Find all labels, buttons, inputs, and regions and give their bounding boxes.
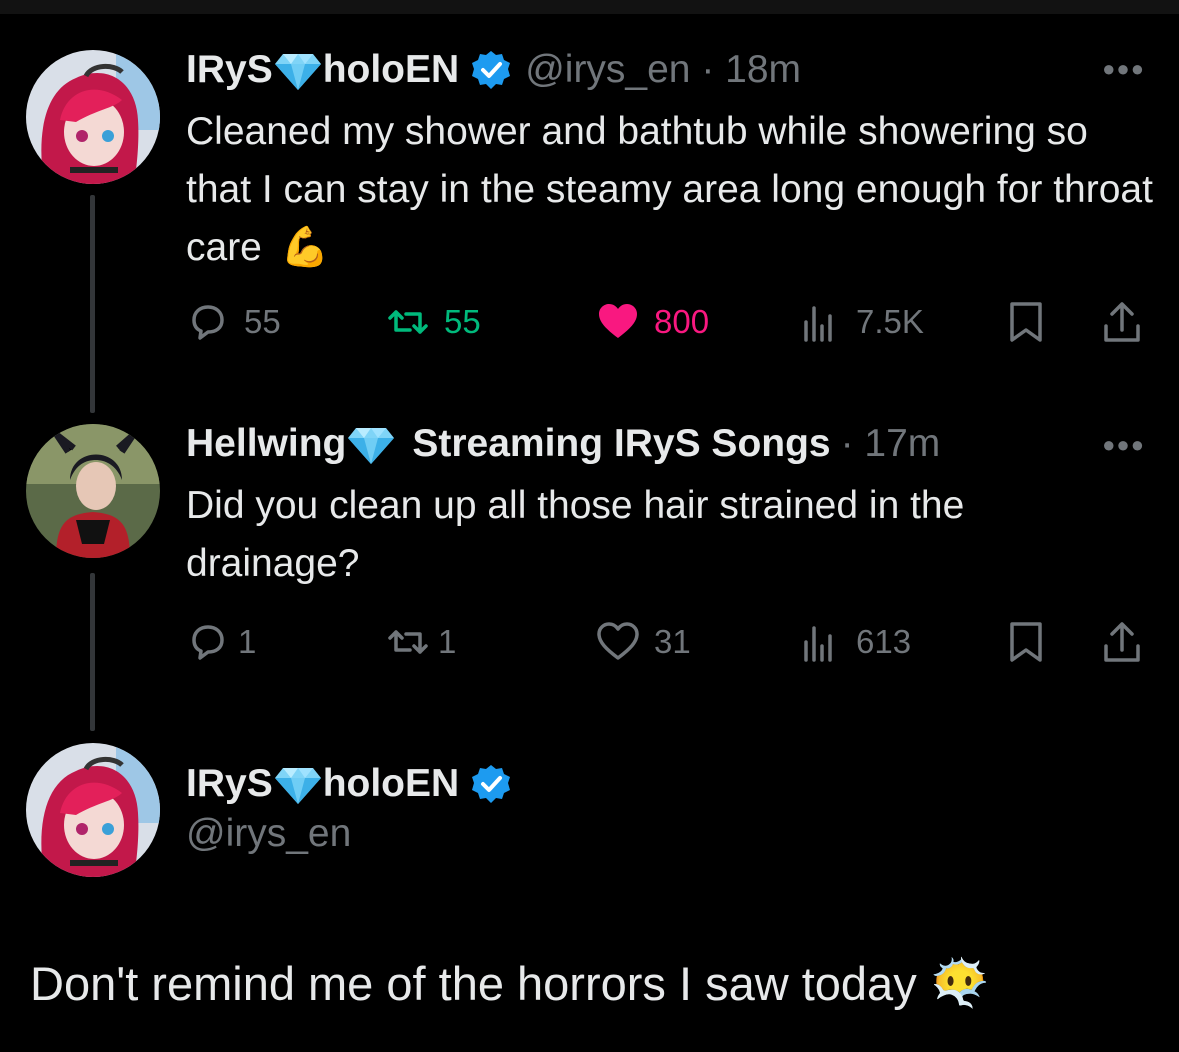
handle[interactable]: @irys_en (186, 812, 351, 856)
bookmark-icon (1010, 622, 1042, 662)
reply-icon (192, 625, 224, 660)
gem-icon (348, 428, 395, 464)
tweet1-header: IRyS holoEN @irys_en · 18m (186, 47, 801, 93)
more-icon[interactable]: ●●● (1102, 432, 1145, 458)
verified-icon (472, 51, 511, 89)
views-count: 7.5K (856, 303, 924, 340)
tweet2-actions: 1 1 31 613 (186, 620, 1146, 664)
reply-count: 1 (238, 623, 257, 660)
like-button[interactable]: 800 (596, 300, 709, 344)
share-icon (1104, 622, 1140, 662)
handle-time: · 17m (840, 422, 941, 465)
repost-count: 55 (444, 303, 481, 340)
avatar-irys[interactable] (26, 50, 160, 184)
repost-icon (388, 630, 428, 654)
repost-button[interactable]: 1 (386, 620, 456, 664)
display-name[interactable]: IRyS (186, 47, 273, 93)
main-tweet-text: Don't remind me of the horrors I saw tod… (30, 955, 989, 1011)
repost-button[interactable]: 55 (386, 300, 481, 344)
tweet2-text: Did you clean up all those hair strained… (186, 484, 965, 585)
bookmark-button[interactable] (1004, 620, 1048, 664)
thread-line (90, 573, 95, 731)
bookmark-button[interactable] (1004, 300, 1048, 344)
reply-button[interactable]: 1 (186, 620, 256, 664)
main-tweet-body: Don't remind me of the horrors I saw tod… (30, 956, 917, 1010)
like-count: 31 (654, 623, 691, 660)
more-icon[interactable]: ●●● (1102, 56, 1145, 82)
like-count: 800 (654, 303, 710, 340)
reply-button[interactable]: 55 (186, 300, 281, 344)
gem-icon (274, 54, 321, 90)
reply-icon (192, 305, 224, 340)
gem-icon (274, 768, 321, 804)
handle-time: @irys_en · 18m (525, 48, 802, 91)
views-icon (804, 626, 832, 662)
thread-line (90, 195, 95, 413)
tweet1-body: Cleaned my shower and bathtub while show… (186, 110, 1153, 269)
display-name[interactable]: IRyS (186, 761, 273, 807)
avatar-irys[interactable] (26, 743, 160, 877)
like-icon (597, 622, 639, 660)
like-button[interactable]: 31 (596, 620, 691, 664)
bookmark-icon (1010, 302, 1042, 342)
repost-count: 1 (438, 623, 457, 660)
display-name-suffix[interactable]: Streaming IRyS Songs (412, 421, 830, 467)
reply-count: 55 (244, 303, 281, 340)
repost-icon (388, 310, 428, 334)
like-icon (599, 304, 637, 338)
display-name-suffix[interactable]: holoEN (323, 761, 459, 807)
views-icon (804, 306, 832, 342)
tweet2-header: Hellwing Streaming IRyS Songs · 17m (186, 421, 940, 467)
tweet1-actions: 55 55 800 7.5K (186, 300, 1146, 344)
display-name[interactable]: Hellwing (186, 421, 346, 467)
face-in-clouds-emoji: 😶‍🌫️ (930, 956, 990, 1009)
display-name-suffix[interactable]: holoEN (323, 47, 459, 93)
views-count: 613 (856, 623, 912, 660)
tweet1-text: Cleaned my shower and bathtub while show… (186, 103, 1161, 277)
verified-icon (472, 765, 511, 803)
flexed-biceps-emoji: 💪 (280, 226, 330, 269)
views-button[interactable]: 7.5K (798, 300, 924, 344)
main-tweet-header: IRyS holoEN (186, 761, 511, 807)
share-icon (1104, 302, 1140, 342)
share-button[interactable] (1100, 620, 1144, 664)
avatar-hellwing[interactable] (26, 424, 160, 558)
share-button[interactable] (1100, 300, 1144, 344)
views-button[interactable]: 613 (798, 620, 911, 664)
status-bar (0, 0, 1179, 14)
